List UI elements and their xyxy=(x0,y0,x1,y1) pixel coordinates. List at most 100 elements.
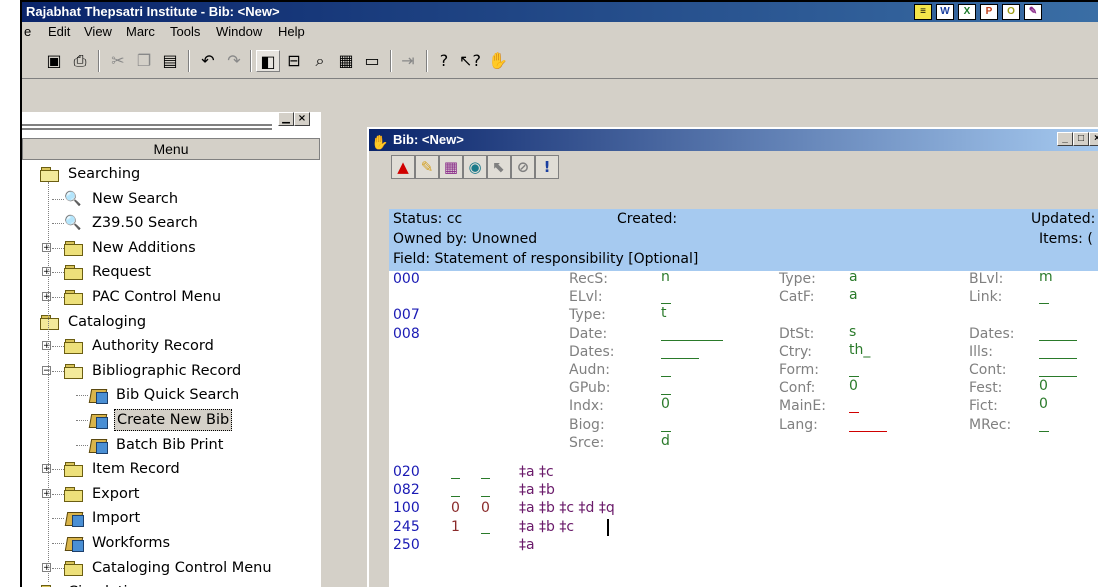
tree-connector xyxy=(52,247,64,249)
expand-icon[interactable]: + xyxy=(42,267,51,277)
validate-icon[interactable]: ▲ xyxy=(391,155,415,179)
collapse-icon[interactable]: − xyxy=(42,365,51,375)
menu-window[interactable]: Window xyxy=(216,22,262,42)
folder-body xyxy=(64,293,83,305)
toolbar: ▣ ⎙ ✂ ❐ ▤ ↶ ↷ ◧ ⊟ ⌕ ▦ ▭ ⇥ ? ↖? ✋ xyxy=(22,44,1098,79)
fixed-field-label: DtSt: xyxy=(779,325,815,342)
exit-icon[interactable]: ⇥ xyxy=(396,50,420,72)
folder-body xyxy=(64,243,83,256)
excel-taskbar-icon[interactable]: ≡ xyxy=(914,4,932,20)
fixed-field-value: m xyxy=(1039,271,1053,285)
folder-icon xyxy=(64,290,83,305)
subfield-codes: ‡a xyxy=(519,536,535,553)
menu-view[interactable]: View xyxy=(84,22,112,42)
spell-icon[interactable]: ▦ xyxy=(334,50,358,72)
undo-icon[interactable]: ↶ xyxy=(196,50,220,72)
empty-value xyxy=(1039,339,1077,341)
pane-close-icon[interactable]: × xyxy=(294,112,310,126)
search-key-icon: 🔍 xyxy=(64,215,82,232)
expand-icon[interactable]: + xyxy=(42,292,51,302)
paste-icon[interactable]: ▤ xyxy=(158,50,182,72)
fixed-field-label: BLvl: xyxy=(969,271,1004,287)
spellcheck-icon[interactable]: ▦ xyxy=(439,155,463,179)
tree-guide xyxy=(48,182,49,582)
close-icon[interactable]: × xyxy=(1089,132,1098,146)
fixed-field-label: Fest: xyxy=(969,380,1003,397)
navigation-tree: Searching 🔍 New Search 🔍 Z39.50 Search New Ad… xyxy=(22,162,320,587)
copy-icon[interactable]: ❐ xyxy=(132,50,156,72)
find-icon[interactable]: ⌕ xyxy=(308,50,332,72)
fixed-field-label: MainE: xyxy=(779,398,826,415)
whats-this-icon[interactable]: ↖? xyxy=(458,50,482,72)
menu-edit[interactable]: Edit xyxy=(48,22,70,42)
excel-app-icon[interactable]: X xyxy=(958,4,976,20)
placeholder-value xyxy=(1039,430,1049,432)
save-icon[interactable]: ▣ xyxy=(42,50,66,72)
bib-icon[interactable]: ✋ xyxy=(486,50,510,72)
folder-body xyxy=(64,465,83,478)
folder-body xyxy=(64,366,83,379)
indicator-blank xyxy=(481,532,490,534)
expand-icon[interactable]: + xyxy=(42,341,51,351)
subfield-codes: ‡a ‡b ‡c xyxy=(519,518,575,535)
outlook-app-icon[interactable]: O xyxy=(1002,4,1020,20)
cascade-icon[interactable]: ⊟ xyxy=(282,50,306,72)
expand-icon[interactable]: + xyxy=(42,242,51,252)
pane-minimize-icon[interactable]: ▁ xyxy=(278,112,294,126)
help-icon[interactable]: ? xyxy=(432,50,456,72)
link-icon[interactable]: ◉ xyxy=(463,155,487,179)
fixed-field-value: n xyxy=(661,271,670,285)
menu-tools[interactable]: Tools xyxy=(170,22,200,42)
folder-body xyxy=(64,489,83,502)
disabled-tool-icon[interactable]: ⊘ xyxy=(511,155,535,179)
cut-icon[interactable]: ✂ xyxy=(106,50,130,72)
tree-node-label: Z39.50 Search xyxy=(92,215,198,232)
tree-connector xyxy=(52,469,64,471)
fixed-field-label: MRec: xyxy=(969,416,1012,433)
tile-icon[interactable]: ◧ xyxy=(256,50,280,72)
tree-node-label: Bibliographic Record xyxy=(92,362,242,379)
edit-app-icon[interactable]: ✎ xyxy=(1024,4,1042,20)
fixed-field-label: Date: xyxy=(569,325,608,342)
indicator-blank xyxy=(481,477,490,479)
menu-marc[interactable]: Marc xyxy=(126,22,155,42)
placeholder-value xyxy=(661,303,671,305)
expand-icon[interactable]: + xyxy=(42,488,51,498)
redo-icon[interactable]: ↷ xyxy=(222,50,246,72)
empty-value xyxy=(849,430,887,432)
menu-pane-title: Menu xyxy=(22,138,320,160)
indicator-blank xyxy=(451,477,460,479)
marc-record-editor[interactable]: 000 007 008 RecS: n Type: a BLvl: m ELvl: CatF: a Li… xyxy=(389,271,1098,587)
field-tag: 008 xyxy=(393,325,420,342)
menu-help[interactable]: Help xyxy=(278,22,305,42)
empty-value xyxy=(1039,357,1077,359)
owned-by-text: Owned by: Unowned xyxy=(393,231,538,247)
bib-book-icon xyxy=(88,411,108,429)
alert-icon[interactable]: ! xyxy=(535,155,559,179)
highlighter-icon[interactable]: ✎ xyxy=(415,155,439,179)
tree-connector xyxy=(76,444,88,446)
pointer-icon[interactable]: ⬉ xyxy=(487,155,511,179)
bib-book-icon xyxy=(88,436,108,454)
window-icon[interactable]: ▭ xyxy=(360,50,384,72)
fixed-field-label: ELvl: xyxy=(569,289,603,306)
fixed-field-value: a xyxy=(849,287,858,304)
text-cursor xyxy=(607,518,609,536)
expand-icon[interactable]: + xyxy=(42,464,51,474)
indicator-1: 0 xyxy=(451,500,460,517)
maximize-icon[interactable]: □ xyxy=(1073,132,1089,146)
fixed-field-label: Cont: xyxy=(969,362,1007,378)
tree-connector xyxy=(52,346,64,348)
splitter[interactable] xyxy=(320,112,351,587)
fixed-field-value: 0 xyxy=(661,396,670,413)
expand-icon[interactable]: + xyxy=(42,562,51,572)
powerpoint-app-icon[interactable]: P xyxy=(980,4,998,20)
fixed-field-value: t xyxy=(661,305,667,322)
word-taskbar-icon[interactable]: W xyxy=(936,4,954,20)
fixed-field-label: Audn: xyxy=(569,362,610,378)
menu-pane-header: ▁ × xyxy=(22,112,320,132)
minimize-icon[interactable]: _ xyxy=(1057,132,1073,146)
print-icon[interactable]: ⎙ xyxy=(68,50,92,72)
menu-file[interactable]: e xyxy=(24,22,31,42)
tree-connector xyxy=(76,420,88,421)
